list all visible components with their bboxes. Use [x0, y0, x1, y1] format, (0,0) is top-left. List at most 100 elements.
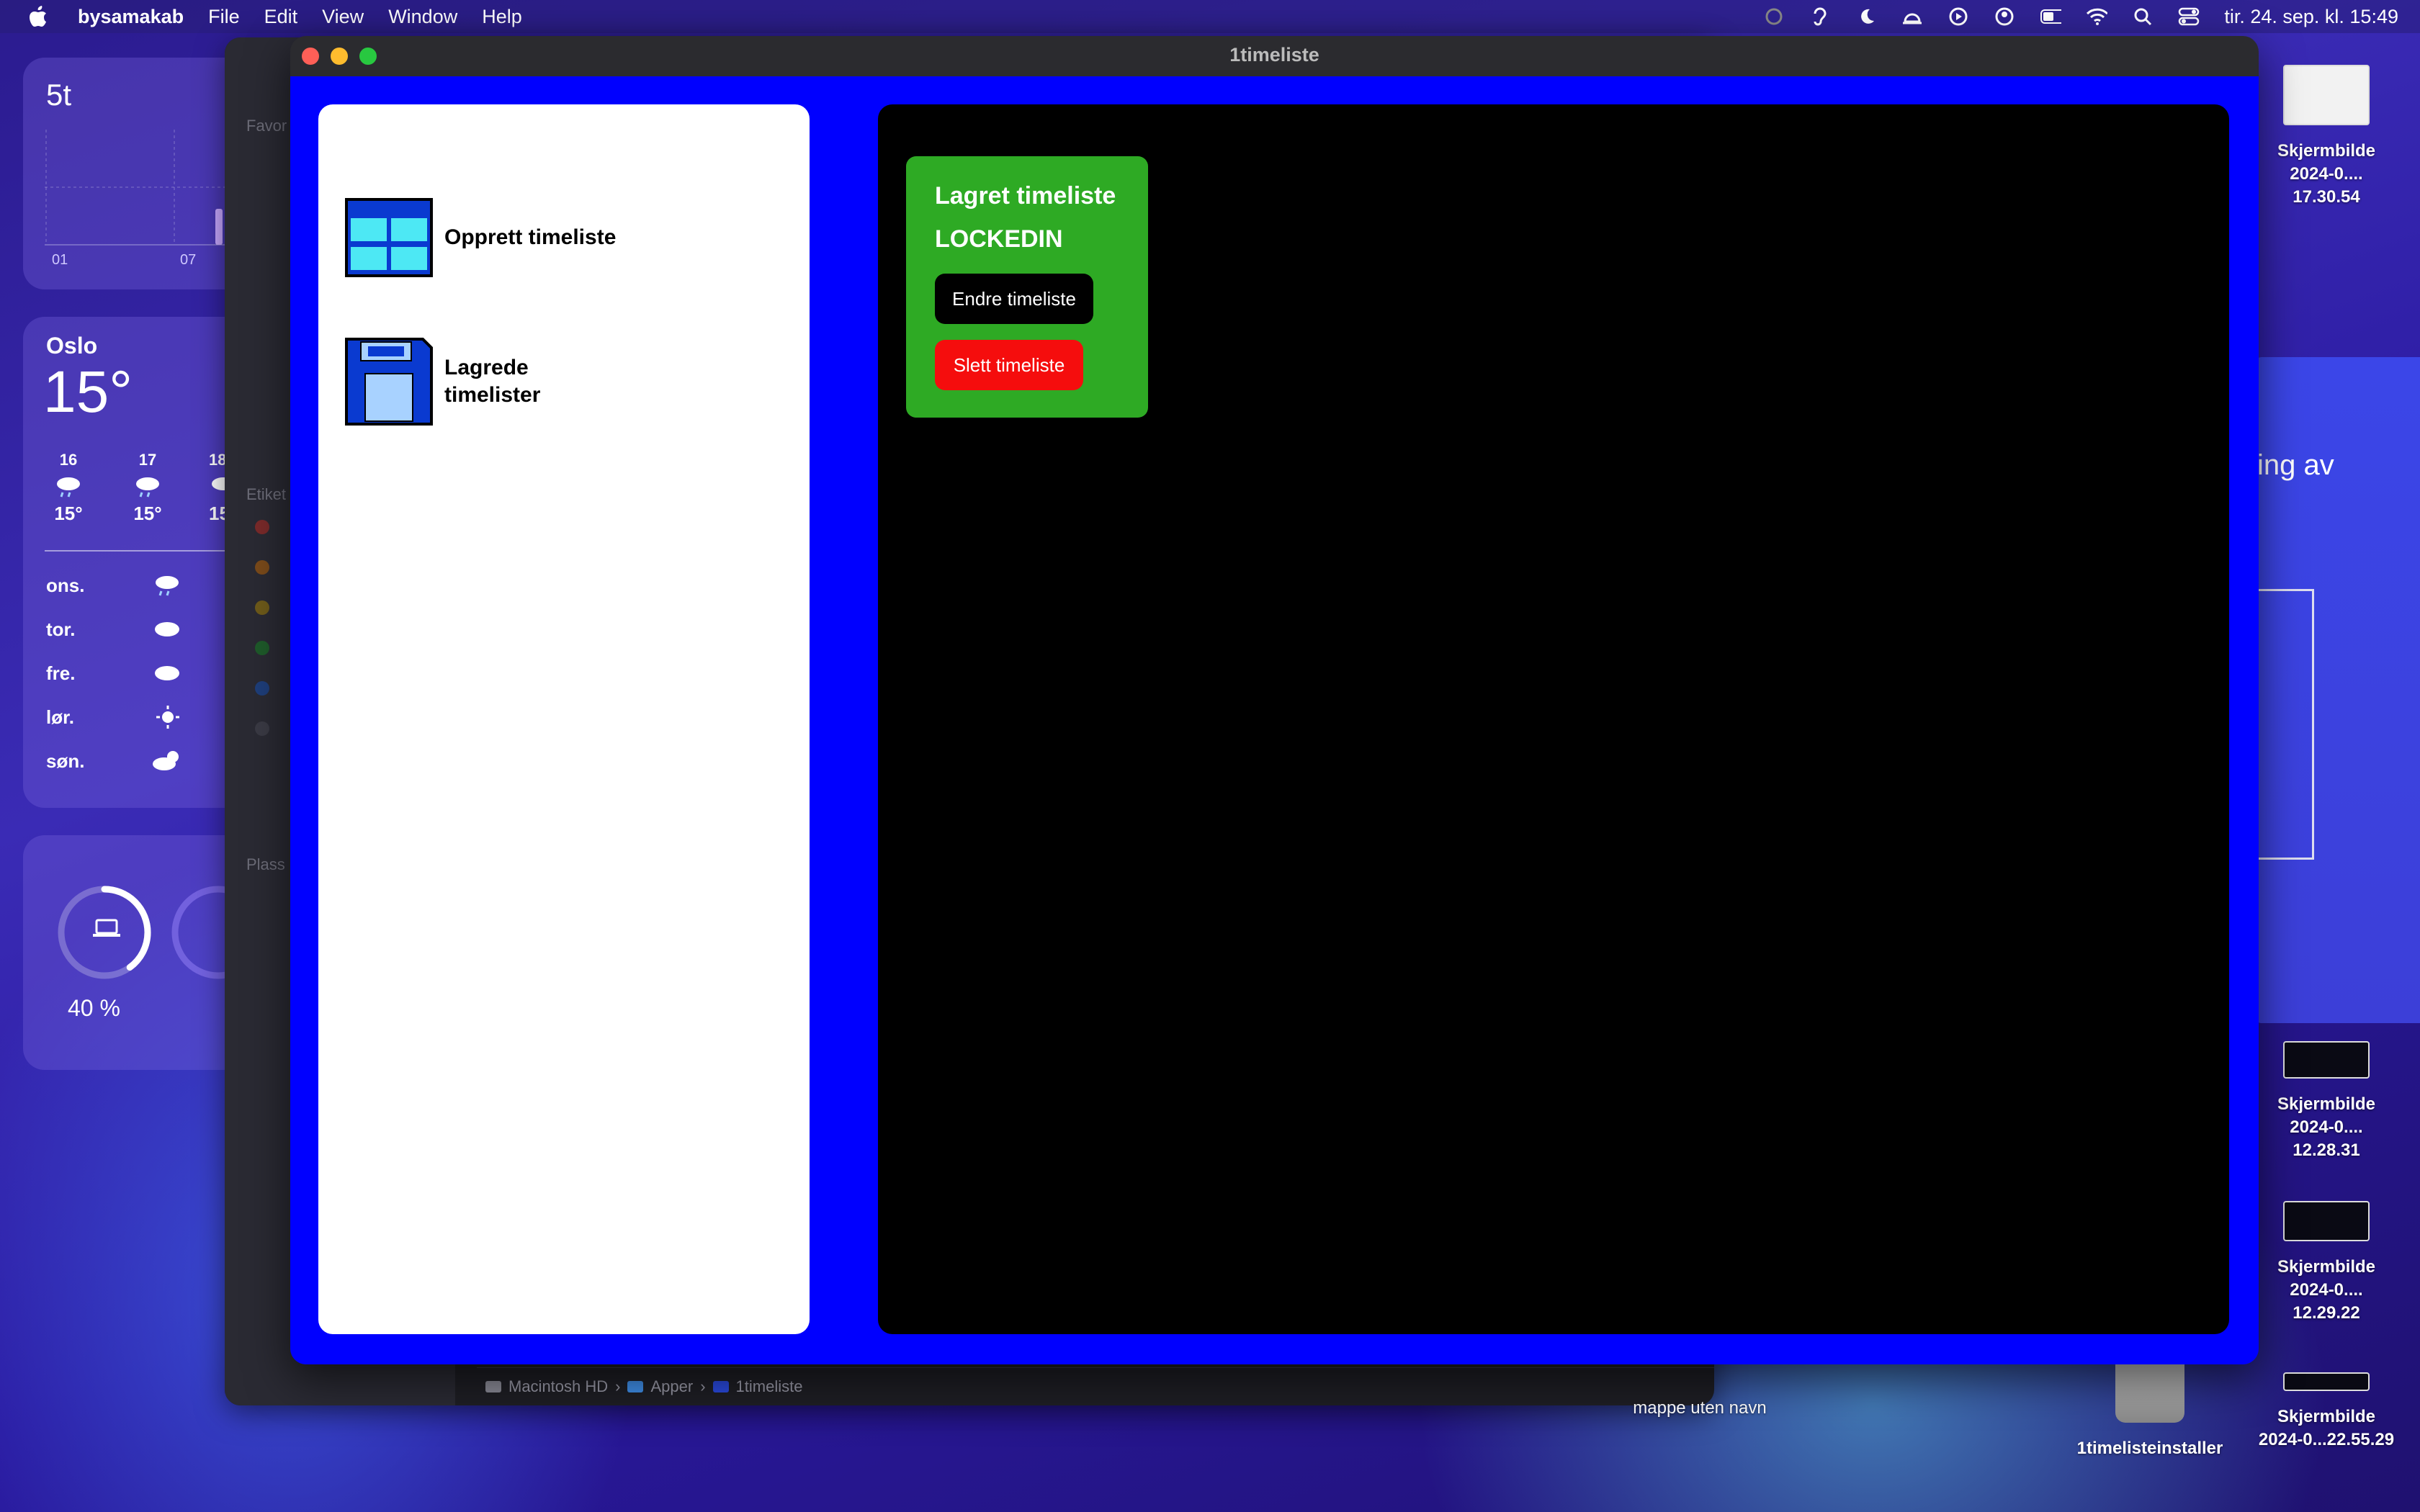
control-center-icon[interactable]: [2178, 6, 2200, 27]
clock-text[interactable]: tir. 24. sep. kl. 15:49: [2224, 6, 2398, 28]
tick-01: 01: [52, 252, 68, 268]
timesheet-name: LOCKEDIN: [935, 225, 1063, 253]
desktop-file-screenshot[interactable]: Skjermbilde 2024-0.... 12.28.31: [2254, 1041, 2398, 1162]
desktop-installer[interactable]: 1timelisteinstaller: [2060, 1354, 2240, 1460]
desktop-folder[interactable]: mappe uten navn: [1599, 1397, 1801, 1420]
desktop-file-screenshot[interactable]: Skjermbilde 2024-0.... 17.30.54: [2254, 65, 2398, 209]
sidebar-heading-locations: Plass: [246, 855, 285, 873]
navigation-panel: Opprett timeliste Lagrede timelister: [318, 104, 810, 1334]
path-bar: Macintosh HD › Apper › 1timeliste: [477, 1367, 1714, 1405]
title-bar[interactable]: 1timeliste: [290, 36, 2259, 77]
folder-name: mappe uten navn: [1633, 1398, 1767, 1418]
menu-edit[interactable]: Edit: [264, 6, 298, 28]
file-name: 2024-0.... 12.29.22: [2290, 1280, 2363, 1323]
tag-blue-dot[interactable]: [255, 681, 269, 696]
path-item[interactable]: Macintosh HD: [508, 1377, 608, 1396]
background-window[interactable]: ing av: [2254, 357, 2420, 1023]
menu-view[interactable]: View: [322, 6, 364, 28]
floppy-disk-icon: [345, 338, 433, 426]
day-label: søn.: [46, 750, 85, 772]
path-item[interactable]: 1timeliste: [736, 1377, 803, 1396]
menu-help[interactable]: Help: [482, 6, 522, 28]
search-icon[interactable]: [2132, 6, 2154, 27]
screenshot-thumbnail: [2283, 1041, 2370, 1079]
file-name: Skjermbilde: [2277, 1094, 2376, 1114]
window-content: Opprett timeliste Lagrede timelister Lag…: [290, 76, 2259, 1364]
file-name: 2024-0.... 12.28.31: [2290, 1117, 2363, 1160]
apple-menu-icon[interactable]: [27, 4, 49, 29]
hearing-icon[interactable]: [1809, 6, 1831, 27]
file-name: 1timelisteinstaller: [2076, 1439, 2223, 1458]
disk-icon: [485, 1381, 501, 1392]
sidebar-heading-favorites: Favor: [246, 117, 287, 135]
sync-icon[interactable]: [1763, 6, 1785, 27]
menu-bar: bysamakab File Edit View Window Help tir…: [0, 0, 2420, 33]
sidebar-heading-tags: Etiket: [246, 485, 287, 503]
screenshot-thumbnail: [2283, 1201, 2370, 1241]
hour-label: 17: [138, 451, 157, 469]
hour-label: 16: [59, 451, 78, 469]
day-label: fre.: [46, 662, 76, 684]
screenshot-thumbnail: [2283, 65, 2370, 125]
rain-cloud-icon: [133, 474, 162, 498]
menu-file[interactable]: File: [208, 6, 240, 28]
desktop-file-screenshot[interactable]: Skjermbilde 2024-0...22.55.29: [2254, 1372, 2398, 1452]
hour-temp: 15°: [54, 503, 83, 524]
menu-window[interactable]: Window: [388, 6, 457, 28]
background-window-text: ing av: [2257, 449, 2334, 481]
hour-item: 16 15°: [50, 451, 86, 525]
app-menu-name[interactable]: bysamakab: [78, 6, 184, 28]
rain-cloud-icon: [153, 573, 182, 603]
file-name: 2024-0.... 17.30.54: [2290, 164, 2363, 207]
wifi-icon[interactable]: [2086, 6, 2108, 27]
tag-orange-dot[interactable]: [255, 560, 269, 575]
chevron-right-icon: ›: [700, 1377, 706, 1395]
tag-yellow-dot[interactable]: [255, 600, 269, 615]
saved-label-line: Lagrede: [444, 356, 529, 379]
tag-green-dot[interactable]: [255, 641, 269, 655]
delete-timesheet-button[interactable]: Slett timeliste: [935, 340, 1083, 390]
laptop-icon: [92, 918, 121, 943]
saved-label-line: timelister: [444, 383, 541, 407]
screen-time-total: 5t: [46, 78, 72, 112]
file-name: 2024-0...22.55.29: [2258, 1430, 2395, 1449]
create-timesheet-label: Opprett timeliste: [444, 225, 617, 249]
file-name: Skjermbilde: [2277, 1407, 2376, 1426]
desktop-file-screenshot[interactable]: Skjermbilde 2024-0.... 12.29.22: [2254, 1201, 2398, 1325]
folder-icon: [627, 1381, 644, 1392]
rain-cloud-icon: [54, 474, 83, 498]
focus-moon-icon[interactable]: [1855, 6, 1877, 27]
edit-timesheet-button[interactable]: Endre timeliste: [935, 274, 1093, 324]
window-title: 1timeliste: [1229, 44, 1319, 66]
app-window[interactable]: 1timeliste Opprett timeliste Lagrede tim…: [290, 36, 2259, 1364]
tag-gray-dot[interactable]: [255, 721, 269, 736]
chevron-right-icon: ›: [615, 1377, 621, 1395]
tag-red-dot[interactable]: [255, 520, 269, 534]
card-heading: Lagret timeliste: [935, 182, 1116, 210]
partly-sunny-icon: [151, 747, 184, 778]
sun-icon: [156, 705, 180, 734]
hour-item: 17 15°: [130, 451, 166, 525]
hour-temp: 15°: [133, 503, 162, 524]
saved-timesheets-item[interactable]: Lagrede timelister: [345, 338, 540, 426]
battery-icon[interactable]: [2040, 6, 2062, 27]
table-icon: [345, 198, 433, 277]
timesheet-panel: Lagret timeliste LOCKEDIN Endre timelist…: [878, 104, 2229, 1334]
user-icon[interactable]: [1994, 6, 2015, 27]
background-window-frame: [2254, 589, 2314, 860]
app-icon: [712, 1381, 729, 1392]
tick-07: 07: [180, 252, 197, 268]
create-timesheet-item[interactable]: Opprett timeliste: [345, 198, 616, 277]
saved-timesheet-card: Lagret timeliste LOCKEDIN Endre timelist…: [906, 156, 1148, 418]
day-label: ons.: [46, 575, 85, 596]
cloud-icon: [153, 662, 182, 689]
brightness-icon[interactable]: [1901, 6, 1923, 27]
day-label: lør.: [46, 706, 75, 728]
file-name: Skjermbilde: [2277, 141, 2376, 161]
battery-percent: 40 %: [68, 995, 120, 1021]
weather-city: Oslo: [46, 333, 98, 359]
play-icon[interactable]: [1948, 6, 1969, 27]
screenshot-thumbnail: [2283, 1372, 2370, 1391]
path-item[interactable]: Apper: [650, 1377, 693, 1396]
day-label: tor.: [46, 618, 76, 640]
